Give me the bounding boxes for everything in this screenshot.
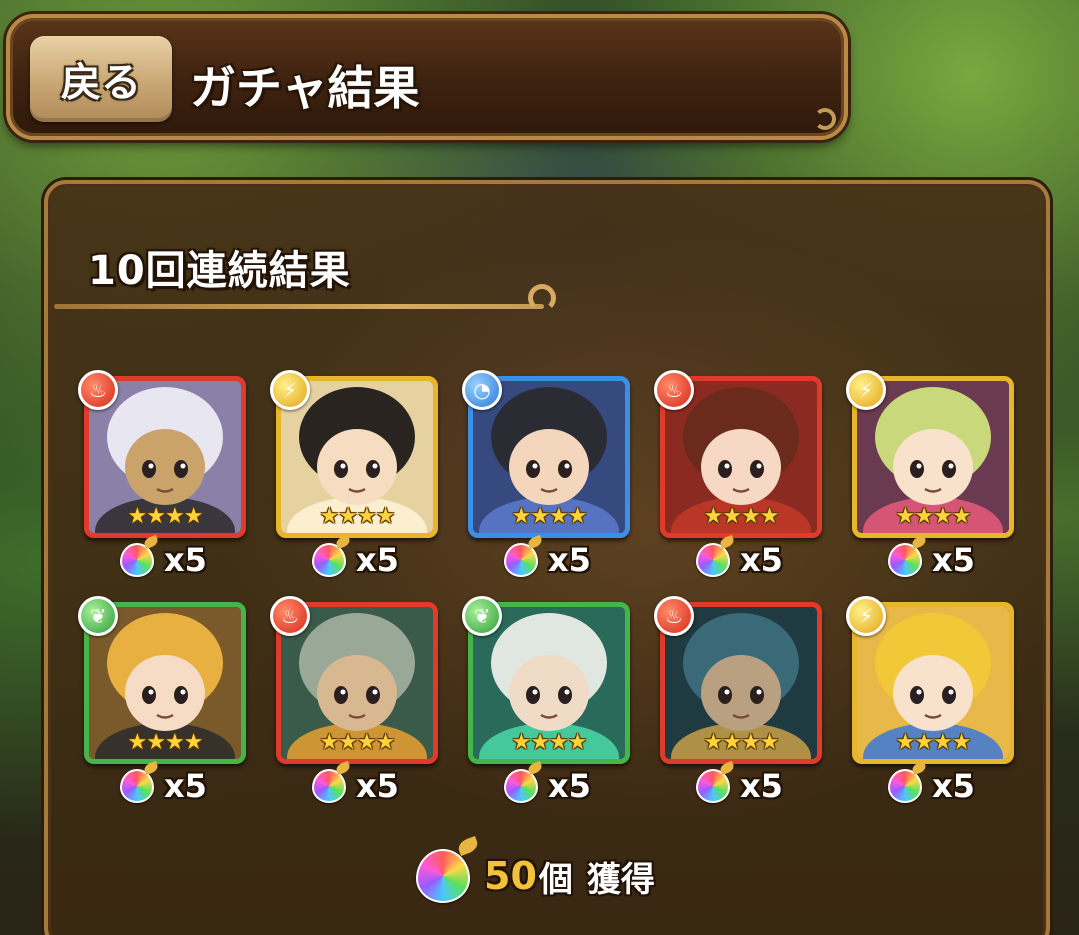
- reward-row: x5: [120, 766, 207, 806]
- back-button[interactable]: 戻る: [30, 36, 172, 122]
- reward-amount: x5: [164, 767, 207, 805]
- reward-amount: x5: [548, 767, 591, 805]
- leaf-orb-icon: ❦: [462, 596, 502, 636]
- leaf-orb-icon: ❦: [78, 596, 118, 636]
- total-unit: 個: [538, 859, 573, 900]
- rainbow-fruit-icon: [120, 769, 154, 803]
- reward-amount: x5: [356, 767, 399, 805]
- result-cell: ★★★★ ♨ x5: [270, 596, 438, 805]
- total-reward: 50 個 獲得: [416, 848, 655, 904]
- rarity-stars: ★★★★: [511, 504, 588, 529]
- results-panel-title: 10回連続結果: [88, 248, 351, 294]
- reward-row: x5: [120, 540, 207, 580]
- rainbow-fruit-icon: [504, 769, 538, 803]
- total-label: 獲得: [586, 859, 655, 900]
- result-cell: ★★★★ ♨ x5: [78, 370, 246, 579]
- reward-row: x5: [504, 766, 591, 806]
- reward-amount: x5: [164, 541, 207, 579]
- reward-amount: x5: [932, 541, 975, 579]
- result-cell: ★★★★ ◔ x5: [462, 370, 630, 579]
- reward-row: x5: [504, 540, 591, 580]
- rarity-stars: ★★★★: [511, 730, 588, 755]
- page-title: ガチャ結果: [190, 61, 420, 115]
- total-count: 50: [484, 854, 537, 898]
- result-cell: ★★★★ ❦ x5: [78, 596, 246, 805]
- results-panel: 10回連続結果 ★★★★ ♨ x5 ★★★★ ⚡ x5 ★★★★ ◔ x5 ★★★★ ♨ x5 ★★★★…: [44, 180, 1050, 935]
- flame-orb-icon: ♨: [654, 596, 694, 636]
- result-cell: ★★★★ ⚡ x5: [846, 596, 1014, 805]
- result-cell: ★★★★ ❦ x5: [462, 596, 630, 805]
- result-cell: ★★★★ ⚡ x5: [270, 370, 438, 579]
- rainbow-fruit-icon: [888, 543, 922, 577]
- reward-amount: x5: [932, 767, 975, 805]
- result-cell: ★★★★ ♨ x5: [654, 596, 822, 805]
- result-cell: ★★★★ ♨ x5: [654, 370, 822, 579]
- lightning-orb-icon: ⚡: [846, 596, 886, 636]
- flame-orb-icon: ♨: [654, 370, 694, 410]
- title-divider: [54, 304, 544, 309]
- rarity-stars: ★★★★: [895, 504, 972, 529]
- rarity-stars: ★★★★: [127, 730, 204, 755]
- rarity-stars: ★★★★: [703, 504, 780, 529]
- header-bar: 戻る ガチャ結果: [6, 14, 848, 140]
- rainbow-fruit-icon: [504, 543, 538, 577]
- reward-row: x5: [312, 766, 399, 806]
- rainbow-fruit-icon: [120, 543, 154, 577]
- rainbow-fruit-icon: [416, 849, 470, 903]
- flame-orb-icon: ♨: [78, 370, 118, 410]
- reward-amount: x5: [740, 541, 783, 579]
- rarity-stars: ★★★★: [895, 730, 972, 755]
- rarity-stars: ★★★★: [127, 504, 204, 529]
- result-cell: ★★★★ ⚡ x5: [846, 370, 1014, 579]
- reward-row: x5: [312, 540, 399, 580]
- rainbow-fruit-icon: [696, 543, 730, 577]
- reward-amount: x5: [356, 541, 399, 579]
- rainbow-fruit-icon: [312, 543, 346, 577]
- reward-amount: x5: [740, 767, 783, 805]
- rarity-stars: ★★★★: [319, 504, 396, 529]
- lightning-orb-icon: ⚡: [270, 370, 310, 410]
- reward-row: x5: [696, 540, 783, 580]
- reward-amount: x5: [548, 541, 591, 579]
- reward-row: x5: [696, 766, 783, 806]
- rainbow-fruit-icon: [312, 769, 346, 803]
- results-grid: ★★★★ ♨ x5 ★★★★ ⚡ x5 ★★★★ ◔ x5 ★★★★ ♨ x5 ★★★★ ⚡ x5 ★★★★ ❦…: [78, 370, 1014, 805]
- rarity-stars: ★★★★: [319, 730, 396, 755]
- reward-row: x5: [888, 540, 975, 580]
- water-drop-orb-icon: ◔: [462, 370, 502, 410]
- decorative-curl: [814, 108, 836, 130]
- rarity-stars: ★★★★: [703, 730, 780, 755]
- reward-row: x5: [888, 766, 975, 806]
- lightning-orb-icon: ⚡: [846, 370, 886, 410]
- rainbow-fruit-icon: [888, 769, 922, 803]
- flame-orb-icon: ♨: [270, 596, 310, 636]
- decorative-curl: [528, 284, 556, 312]
- rainbow-fruit-icon: [696, 769, 730, 803]
